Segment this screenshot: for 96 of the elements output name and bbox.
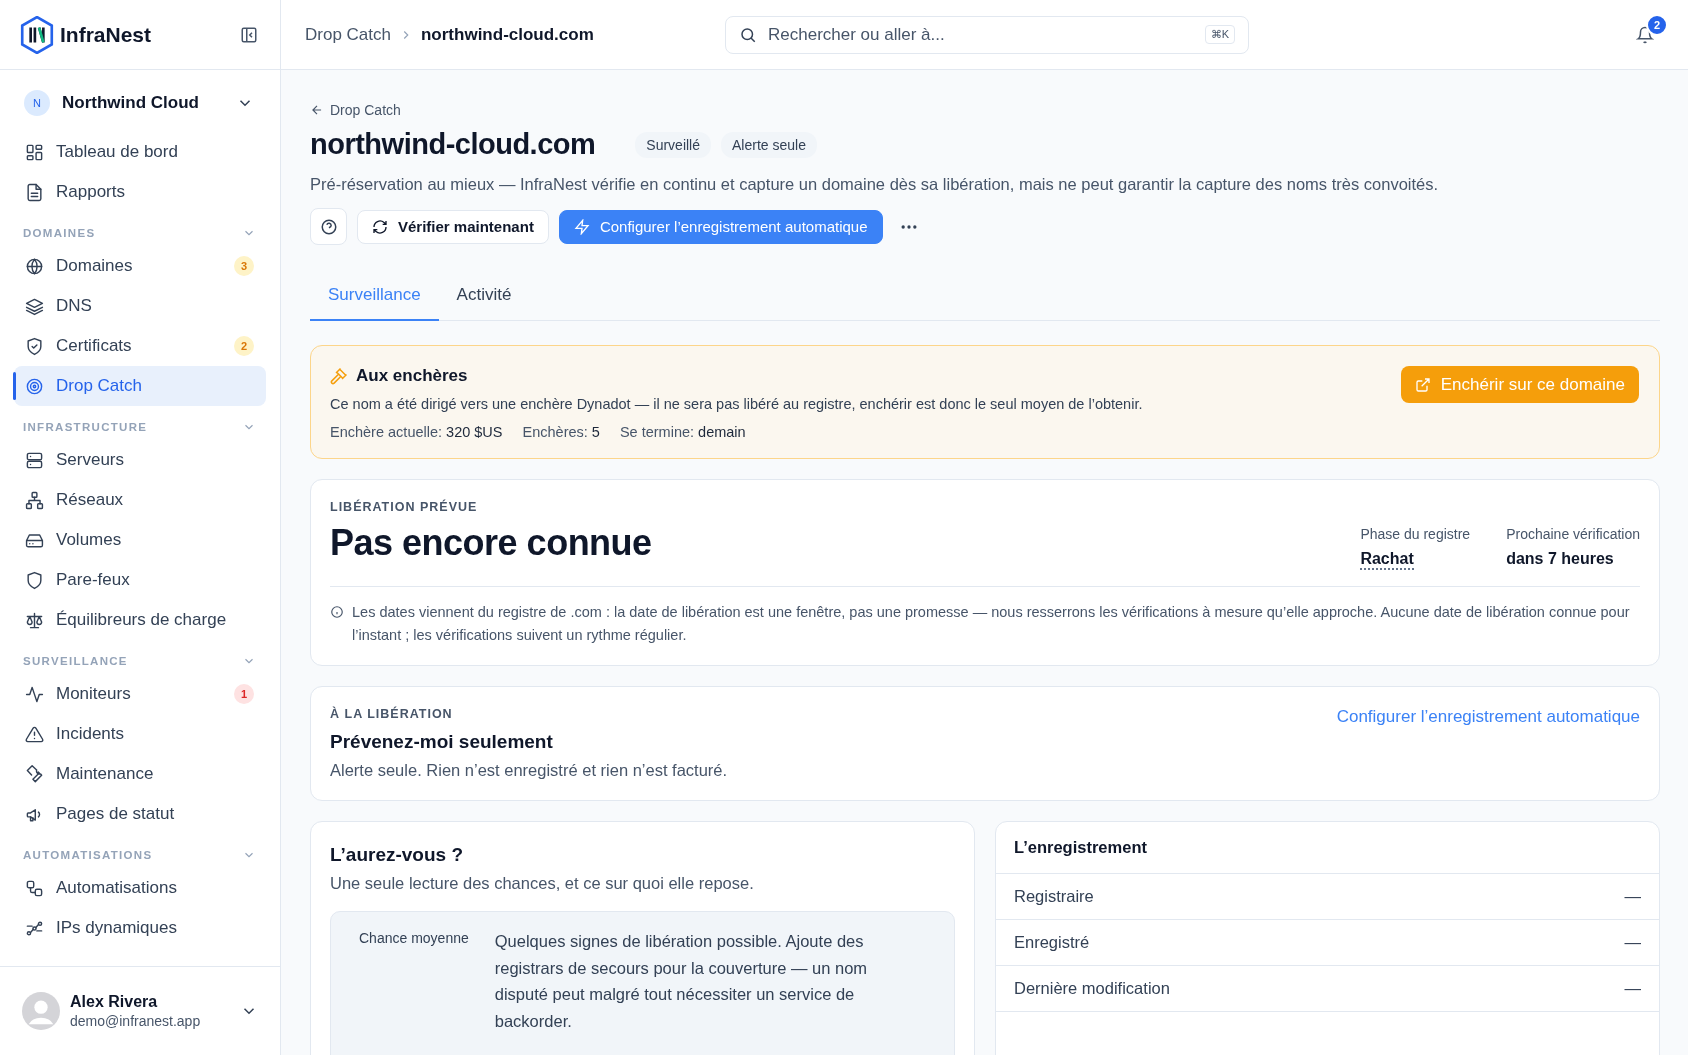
target-icon — [25, 376, 44, 396]
sidebar-item[interactable]: Certificats 2 — [14, 326, 266, 366]
network-icon — [25, 490, 44, 510]
term-link[interactable]: Rachat — [1360, 550, 1414, 570]
sidebar-item[interactable]: IPs dynamiques — [14, 908, 266, 948]
user-email: demo@infranest.app — [70, 1013, 202, 1029]
configure-button[interactable]: Configurer l’enregistrement automatique — [558, 209, 883, 244]
workspace-avatar: N — [24, 90, 50, 116]
workspace-switcher[interactable]: N Northwind Cloud — [14, 84, 266, 122]
search-icon — [739, 25, 757, 44]
user-menu[interactable]: Alex Rivera demo@infranest.app — [0, 966, 280, 1055]
section-label: INFRASTRUCTURE — [23, 421, 148, 433]
pulse-icon — [25, 684, 44, 704]
sidebar-item[interactable]: DNS — [14, 286, 266, 326]
sidebar-item[interactable]: Rapports — [14, 172, 266, 212]
sidebar-item[interactable]: Maintenance — [14, 754, 266, 794]
globe-icon — [25, 256, 44, 276]
section-label: DOMAINES — [23, 227, 96, 239]
auction-title: Aux enchères — [356, 366, 468, 386]
breadcrumb-link[interactable]: Drop Catch — [305, 24, 391, 45]
sidebar-toggle-icon[interactable] — [240, 25, 258, 44]
lightning-icon — [573, 218, 590, 235]
back-link[interactable]: Drop Catch — [310, 102, 401, 118]
meta-label: Phase du registre — [1360, 526, 1471, 542]
arrow-left-icon — [310, 103, 324, 117]
field-value: — — [1624, 887, 1641, 907]
configure-link[interactable]: Configurer l’enregistrement automatique — [1336, 707, 1640, 728]
layers-icon — [25, 296, 44, 316]
count-badge: 3 — [234, 256, 254, 276]
sidebar-item[interactable]: Domaines 3 — [14, 246, 266, 286]
shield-check-icon — [25, 336, 44, 356]
chance-level: Chance moyenne — [359, 929, 469, 949]
count-badge: 1 — [234, 684, 254, 704]
help-button[interactable] — [310, 208, 347, 245]
sidebar-item[interactable]: Automatisations — [14, 868, 266, 908]
release-note: Les dates viennent du registre de .com : la date de libération est une fenêtre, pas une promesse — nous resserrons les vérifications à mesure qu’elle approche. Aucune date de libération connue pour l’instant ; les vérifications suivent un rythme régulier. — [352, 603, 1631, 646]
eyebrow-label: LIBÉRATION PRÉVUE — [330, 500, 479, 514]
card-text: Alerte seule. Rien n’est enregistré et rien n’est facturé. — [330, 761, 728, 781]
external-link-icon — [1414, 376, 1431, 393]
card-title: L’enregistrement — [996, 822, 1659, 875]
release-date: Pas encore connue — [330, 522, 652, 564]
eyebrow-label: À LA LIBÉRATION — [330, 707, 454, 722]
section-label: AUTOMATISATIONS — [23, 849, 153, 861]
sidebar-item[interactable]: Drop Catch — [14, 366, 266, 406]
meta-label: Prochaine vérification — [1506, 526, 1640, 542]
sidebar-item[interactable]: Équilibreurs de charge — [14, 600, 266, 640]
page-title: northwind-cloud.com — [310, 128, 596, 161]
tab[interactable]: Surveillance — [310, 273, 439, 321]
sidebar-item[interactable]: Incidents — [14, 714, 266, 754]
notification-count: 2 — [1646, 13, 1668, 36]
section-label: SURVEILLANCE — [23, 655, 128, 667]
auction-fact: Enchère actuelle: 320 $US — [330, 424, 503, 440]
tab[interactable]: Activité — [438, 273, 530, 321]
sidebar-item[interactable]: Serveurs — [14, 440, 266, 480]
field-label: Dernière modification — [1014, 979, 1170, 999]
avatar-icon — [22, 992, 60, 1030]
scale-icon — [25, 610, 44, 630]
sidebar-item[interactable]: Tableau de bord — [14, 132, 266, 172]
warning-icon — [25, 724, 44, 744]
bell-icon[interactable] — [1636, 25, 1654, 44]
sidebar-item[interactable]: Pare-feux — [14, 560, 266, 600]
workflow-icon — [25, 878, 44, 898]
count-badge: 2 — [234, 336, 254, 356]
help-icon — [319, 217, 338, 236]
brand-name: InfraNest — [60, 22, 152, 47]
field-value: — — [1624, 933, 1641, 953]
card-subtitle: Une seule lecture des chances, et ce sur quoi elle repose. — [330, 874, 755, 894]
grid-icon — [25, 142, 44, 162]
info-icon — [330, 605, 344, 619]
status-tag: Alerte seule — [721, 131, 817, 158]
sidebar-item[interactable]: Volumes — [14, 520, 266, 560]
chance-text: Quelques signes de libération possible. Ajoute des registrars de secours pour la couverture — un nom disputé peut malgré tout nécessiter un service de backorder. — [494, 931, 869, 1032]
card-title: Prévenez-moi seulement — [330, 731, 554, 754]
server-icon — [25, 450, 44, 470]
sidebar-item[interactable]: Pages de statut — [14, 794, 266, 834]
verify-button[interactable]: Vérifier maintenant — [357, 209, 549, 244]
auction-text: Ce nom a été dirigé vers une enchère Dynadot — il ne sera pas libéré au registre, enchérir est donc le seul moyen de l’obtenir. — [330, 396, 1143, 412]
shortcut-hint: ⌘K — [1204, 24, 1235, 44]
page-description: Pré-réservation au mieux — InfraNest vérifie en continu et capture un domaine dès sa libération, mais ne peut garantir la capture des noms très convoités. — [310, 175, 1440, 194]
breadcrumb-current: northwind-cloud.com — [421, 24, 594, 45]
sidebar-item[interactable]: Réseaux — [14, 480, 266, 520]
logo-icon — [20, 15, 54, 54]
document-icon — [25, 182, 44, 202]
meta-value: dans 7 heures — [1506, 550, 1615, 568]
auction-fact: Se termine: demain — [619, 424, 746, 440]
card-title: L’aurez-vous ? — [330, 844, 465, 867]
status-tag: Surveillé — [635, 131, 711, 158]
gavel-icon — [330, 367, 348, 385]
field-value: — — [1624, 979, 1641, 999]
field-label: Enregistré — [1014, 933, 1090, 953]
field-label: Registraire — [1014, 887, 1094, 907]
auction-fact: Enchères: 5 — [522, 424, 600, 440]
shield-icon — [25, 570, 44, 590]
refresh-icon — [372, 218, 388, 235]
user-name: Alex Rivera — [70, 993, 159, 1011]
sidebar-item[interactable]: Moniteurs 1 — [14, 674, 266, 714]
